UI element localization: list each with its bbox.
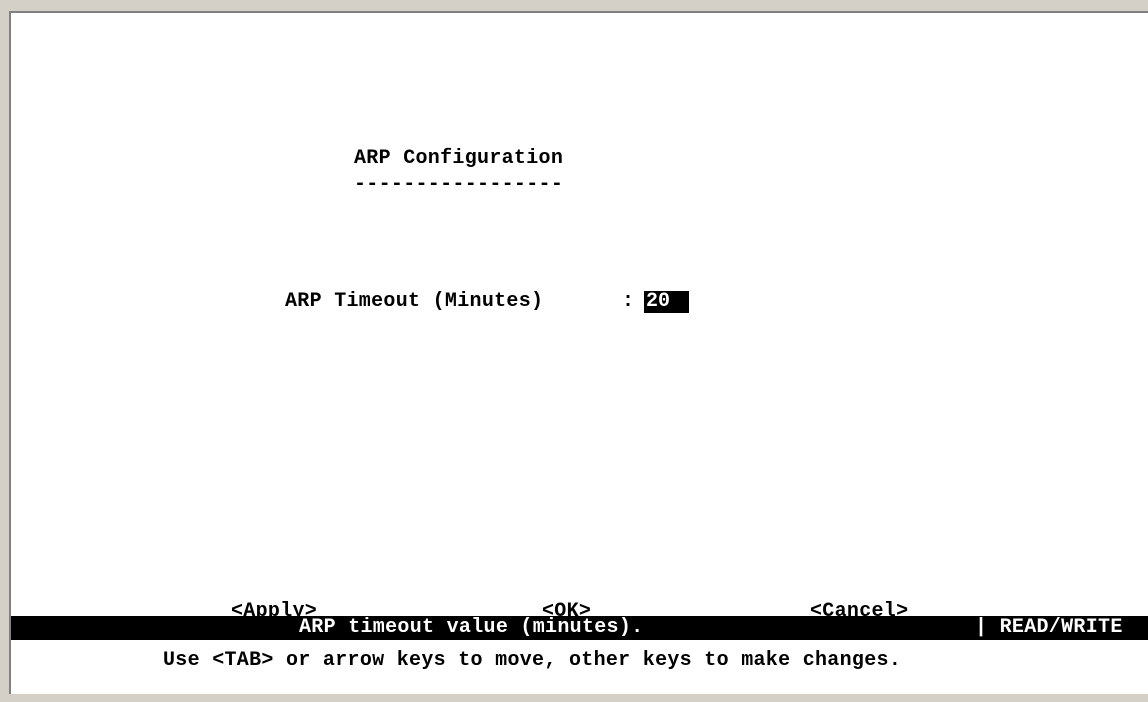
status-bar: ARP timeout value (minutes). | READ/WRIT…: [11, 616, 1148, 640]
help-text: Use <TAB> or arrow keys to move, other k…: [163, 649, 902, 672]
field-separator: :: [622, 290, 635, 313]
title-underline: -----------------: [354, 173, 564, 196]
arp-timeout-input[interactable]: 20: [644, 291, 689, 313]
terminal-screen: ARP Configuration ----------------- ARP …: [9, 11, 1148, 694]
page-title: ARP Configuration: [354, 147, 564, 170]
status-message: ARP timeout value (minutes).: [299, 616, 644, 639]
access-mode-indicator: | READ/WRITE: [975, 616, 1123, 639]
arp-timeout-label: ARP Timeout (Minutes): [285, 290, 544, 313]
